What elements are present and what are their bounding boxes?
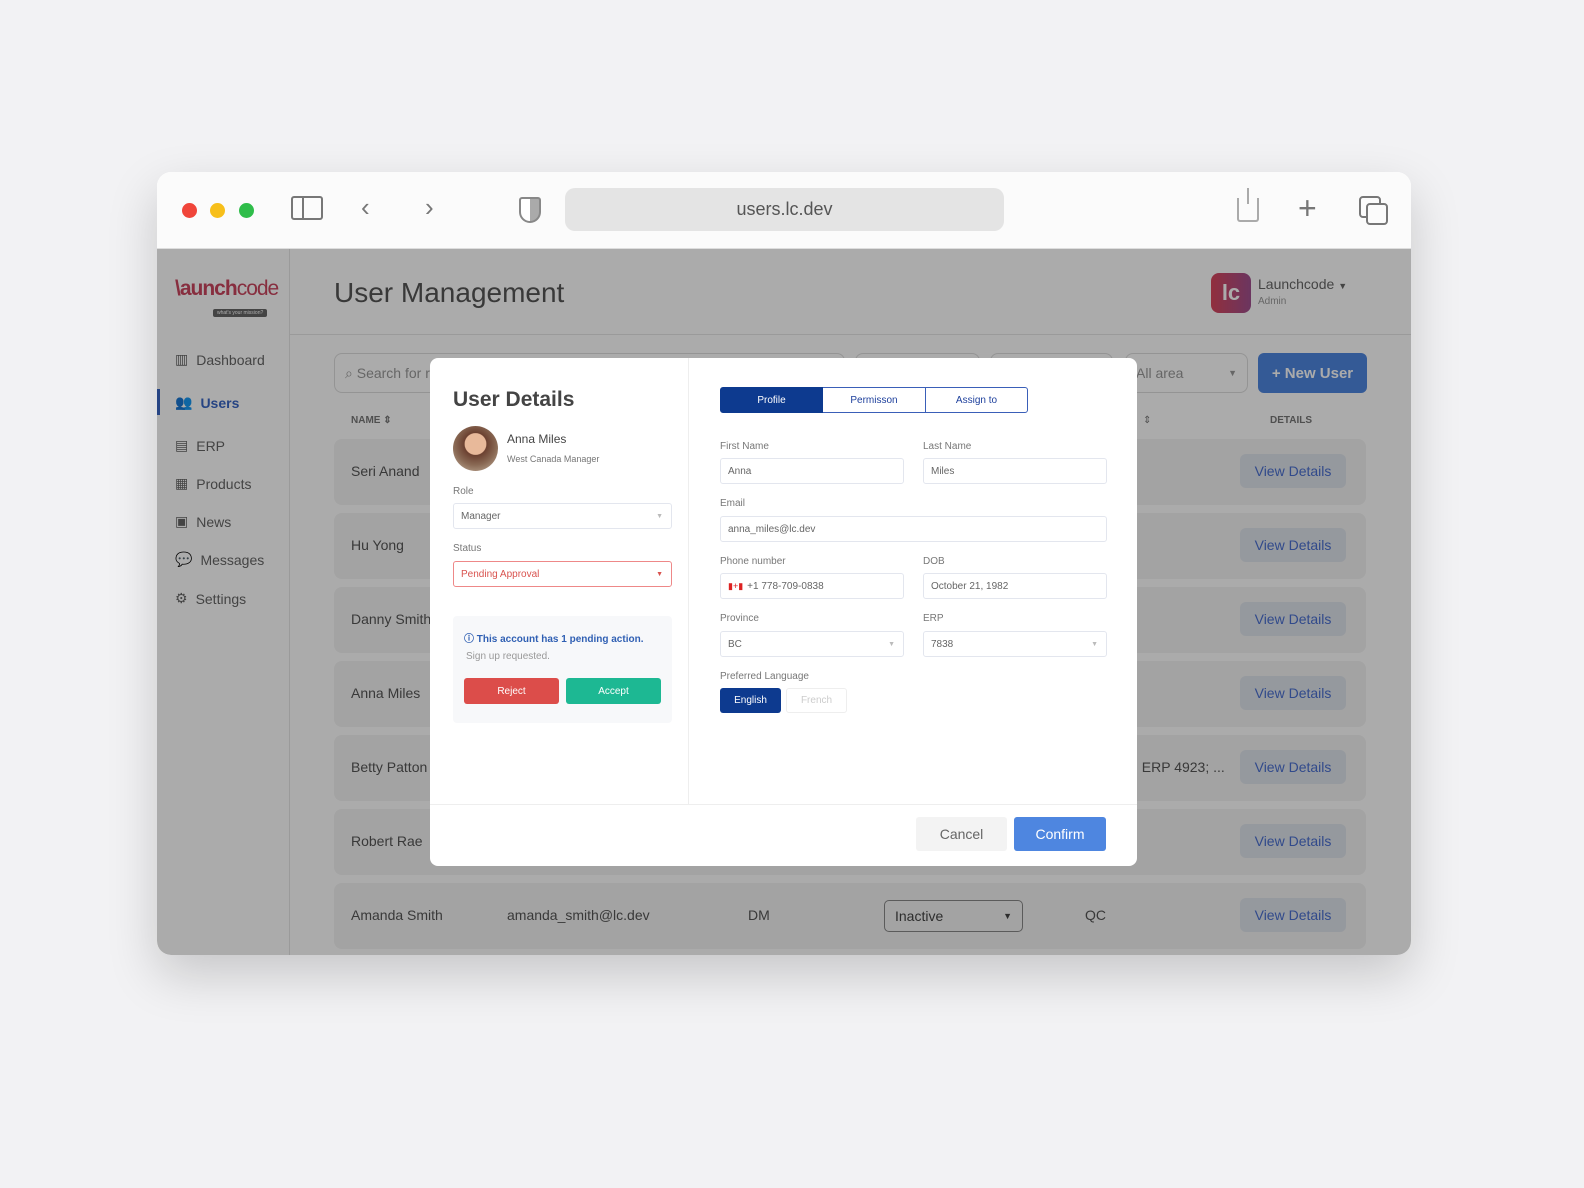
user-subtitle: West Canada Manager (507, 454, 600, 464)
back-icon[interactable]: ‹ (361, 192, 370, 223)
close-window-button[interactable] (182, 203, 197, 218)
first-name-label: First Name (720, 441, 769, 452)
notice-text: This account has 1 pending action. (476, 634, 644, 645)
tab-profile[interactable]: Profile (720, 387, 823, 413)
tab-permission[interactable]: Permisson (823, 387, 926, 413)
maximize-window-button[interactable] (239, 203, 254, 218)
language-french-button[interactable]: French (786, 688, 847, 713)
tabs-overview-icon[interactable] (1359, 196, 1388, 225)
role-select[interactable]: Manager ▼ (453, 503, 672, 529)
role-label: Role (453, 486, 474, 497)
email-input[interactable]: anna_miles@lc.dev (720, 516, 1107, 542)
status-value: Pending Approval (461, 568, 540, 580)
forward-icon[interactable]: › (425, 192, 434, 223)
pending-action-panel: ⓘ This account has 1 pending action. Sig… (453, 616, 672, 723)
erp-label: ERP (923, 613, 944, 624)
user-name: Anna Miles (507, 432, 567, 446)
divider (430, 804, 1137, 805)
modal-title: User Details (453, 388, 575, 411)
language-label: Preferred Language (720, 671, 809, 682)
status-select[interactable]: Pending Approval ▼ (453, 561, 672, 587)
accept-button[interactable]: Accept (566, 678, 661, 704)
user-details-modal: User Details Anna Miles West Canada Mana… (430, 358, 1137, 866)
status-label: Status (453, 543, 482, 554)
address-bar[interactable]: users.lc.dev (565, 188, 1004, 231)
role-value: Manager (461, 510, 501, 522)
phone-label: Phone number (720, 556, 786, 567)
language-english-button[interactable]: English (720, 688, 781, 713)
url-text: users.lc.dev (736, 199, 833, 219)
tab-assign-to[interactable]: Assign to (925, 387, 1028, 413)
shield-icon[interactable] (519, 197, 541, 223)
first-name-input[interactable]: Anna (720, 458, 904, 484)
phone-input[interactable]: ▮+▮ +1 778-709-0838 (720, 573, 904, 599)
user-avatar (453, 426, 498, 471)
reject-button[interactable]: Reject (464, 678, 559, 704)
erp-select[interactable]: 7838 ▼ (923, 631, 1107, 657)
new-tab-icon[interactable]: + (1298, 190, 1317, 227)
dob-input[interactable]: October 21, 1982 (923, 573, 1107, 599)
phone-value: +1 778-709-0838 (747, 580, 824, 592)
email-label: Email (720, 498, 746, 509)
pending-notice: ⓘ This account has 1 pending action. (464, 630, 643, 645)
confirm-button[interactable]: Confirm (1014, 817, 1106, 851)
chevron-down-icon: ▼ (656, 512, 663, 520)
province-select[interactable]: BC ▼ (720, 631, 904, 657)
info-icon: ⓘ (464, 634, 474, 645)
minimize-window-button[interactable] (210, 203, 225, 218)
chevron-down-icon: ▼ (1091, 640, 1098, 648)
browser-toolbar: ‹ › users.lc.dev + (157, 172, 1411, 249)
erp-value: 7838 (931, 638, 954, 650)
sidebar-toggle-icon[interactable] (291, 196, 323, 220)
dob-label: DOB (923, 556, 945, 567)
canada-flag-icon: ▮+▮ (728, 580, 744, 591)
last-name-input[interactable]: Miles (923, 458, 1107, 484)
divider (688, 358, 689, 804)
province-label: Province (720, 613, 759, 624)
notice-detail: Sign up requested. (466, 651, 550, 662)
cancel-button[interactable]: Cancel (916, 817, 1007, 851)
last-name-label: Last Name (923, 441, 972, 452)
chevron-down-icon: ▼ (888, 640, 895, 648)
share-icon[interactable] (1237, 188, 1259, 222)
chevron-down-icon: ▼ (656, 570, 663, 578)
province-value: BC (728, 638, 742, 650)
